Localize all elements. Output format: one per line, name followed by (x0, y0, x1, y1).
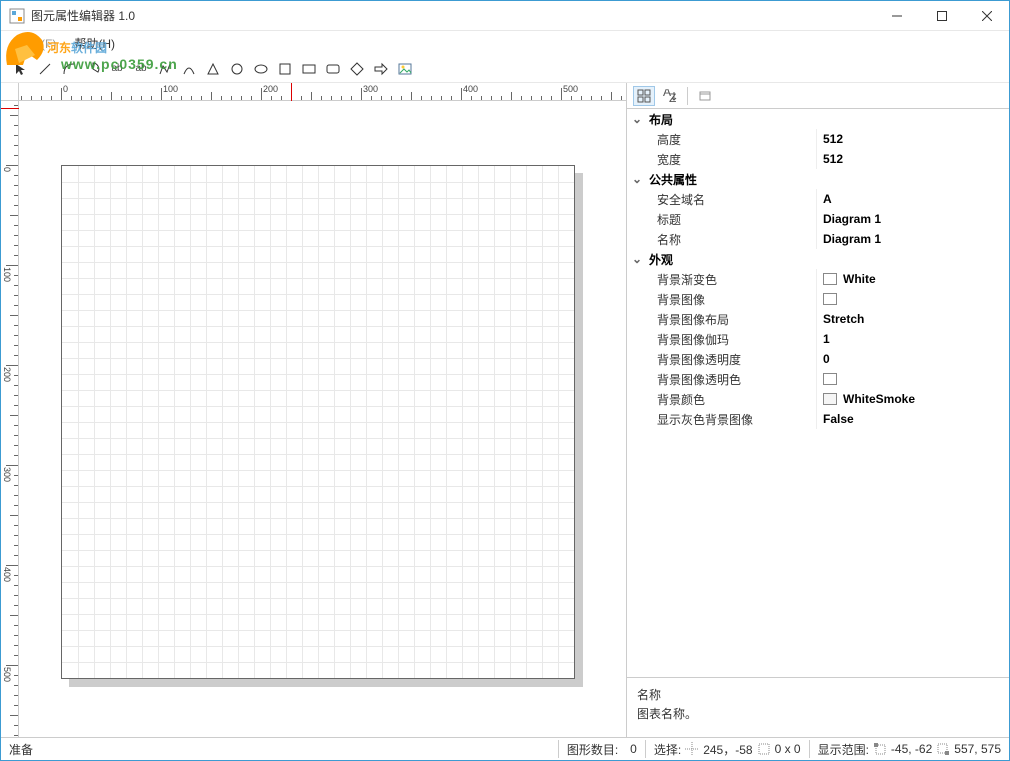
props-pages-button[interactable] (694, 86, 716, 106)
size-icon (757, 742, 771, 756)
tool-square[interactable] (273, 57, 297, 81)
tool-arrow[interactable] (369, 57, 393, 81)
menu-help[interactable]: 帮助(H) (66, 32, 123, 55)
prop-row-show-gray-bg[interactable]: 显示灰色背景图像False (627, 409, 1009, 429)
prop-row-bg-image[interactable]: 背景图像 (627, 289, 1009, 309)
status-selection: 选择: 245，-58 0 x 0 (646, 741, 809, 758)
minimize-button[interactable] (874, 1, 919, 31)
window-controls (874, 1, 1009, 31)
canvas-viewport[interactable] (19, 101, 626, 737)
props-toolbar: AZ (627, 83, 1009, 109)
prop-row-bg-image-gamma[interactable]: 背景图像伽玛1 (627, 329, 1009, 349)
tool-polyline[interactable] (153, 57, 177, 81)
prop-row-bg-gradient[interactable]: 背景渐变色White (627, 269, 1009, 289)
props-grid[interactable]: ⌄布局 高度512 宽度512 ⌄公共属性 安全域名A 标题Diagram 1 … (627, 109, 1009, 677)
expander-icon: ⌄ (631, 252, 643, 266)
canvas-document[interactable] (61, 165, 575, 679)
category-layout[interactable]: ⌄布局 (627, 109, 1009, 129)
statusbar: 准备 图形数目: 0 选择: 245，-58 0 x 0 显示范围: -45, … (1, 737, 1009, 760)
canvas-panel: 0100200300400500 0100200300400500 (1, 83, 627, 737)
svg-text:Z: Z (669, 91, 676, 103)
prop-row-bg-image-transcolor[interactable]: 背景图像透明色 (627, 369, 1009, 389)
tool-bezier[interactable] (177, 57, 201, 81)
app-icon (9, 8, 25, 24)
ruler-corner[interactable] (1, 83, 19, 101)
props-help-desc: 图表名称。 (637, 705, 999, 722)
props-help-title: 名称 (637, 686, 999, 703)
watermark-logo (0, 25, 49, 73)
prop-row-height[interactable]: 高度512 (627, 129, 1009, 149)
status-display-range: 显示范围: -45, -62 557, 575 (810, 741, 1009, 758)
maximize-button[interactable] (919, 1, 964, 31)
properties-panel: AZ ⌄布局 高度512 宽度512 ⌄公共属性 安全域名A 标题Diagram… (627, 83, 1009, 737)
props-alphabetical-button[interactable]: AZ (659, 86, 681, 106)
color-swatch (823, 373, 837, 385)
prop-row-width[interactable]: 宽度512 (627, 149, 1009, 169)
titlebar: 图元属性编辑器 1.0 (1, 1, 1009, 31)
tool-circle[interactable] (225, 57, 249, 81)
tool-image[interactable] (393, 57, 417, 81)
color-swatch (823, 393, 837, 405)
cursor-pos-icon (685, 742, 699, 756)
tool-text-ab2[interactable]: ab (129, 57, 153, 81)
range-br-icon (936, 742, 950, 756)
ruler-horizontal[interactable]: 0100200300400500 (19, 83, 626, 101)
tool-arc[interactable] (57, 57, 81, 81)
expander-icon: ⌄ (631, 112, 643, 126)
tool-ellipse[interactable] (249, 57, 273, 81)
close-button[interactable] (964, 1, 1009, 31)
expander-icon: ⌄ (631, 172, 643, 186)
props-categorized-button[interactable] (633, 86, 655, 106)
status-ready: 准备 (9, 741, 33, 758)
tool-rect[interactable] (297, 57, 321, 81)
prop-row-bg-color[interactable]: 背景颜色WhiteSmoke (627, 389, 1009, 409)
prop-row-bg-image-opacity[interactable]: 背景图像透明度0 (627, 349, 1009, 369)
tool-pie[interactable] (81, 57, 105, 81)
category-public[interactable]: ⌄公共属性 (627, 169, 1009, 189)
toolbar: ab ab (1, 55, 1009, 83)
range-tl-icon (873, 742, 887, 756)
tool-diamond[interactable] (345, 57, 369, 81)
ruler-vertical[interactable]: 0100200300400500 (1, 101, 19, 737)
prop-row-name[interactable]: 名称Diagram 1 (627, 229, 1009, 249)
ruler-marker-h (291, 83, 292, 101)
status-shape-count: 图形数目: 0 (559, 741, 645, 758)
tool-roundrect[interactable] (321, 57, 345, 81)
tool-text-ab1[interactable]: ab (105, 57, 129, 81)
category-appearance[interactable]: ⌄外观 (627, 249, 1009, 269)
prop-row-bg-image-layout[interactable]: 背景图像布局Stretch (627, 309, 1009, 329)
ruler-marker-v (1, 108, 19, 109)
menubar: 文件(F) 帮助(H) (1, 31, 1009, 55)
color-swatch (823, 273, 837, 285)
tool-triangle[interactable] (201, 57, 225, 81)
prop-row-title[interactable]: 标题Diagram 1 (627, 209, 1009, 229)
color-swatch (823, 293, 837, 305)
prop-row-security-domain[interactable]: 安全域名A (627, 189, 1009, 209)
window-title: 图元属性编辑器 1.0 (31, 7, 135, 24)
props-help: 名称 图表名称。 (627, 677, 1009, 737)
